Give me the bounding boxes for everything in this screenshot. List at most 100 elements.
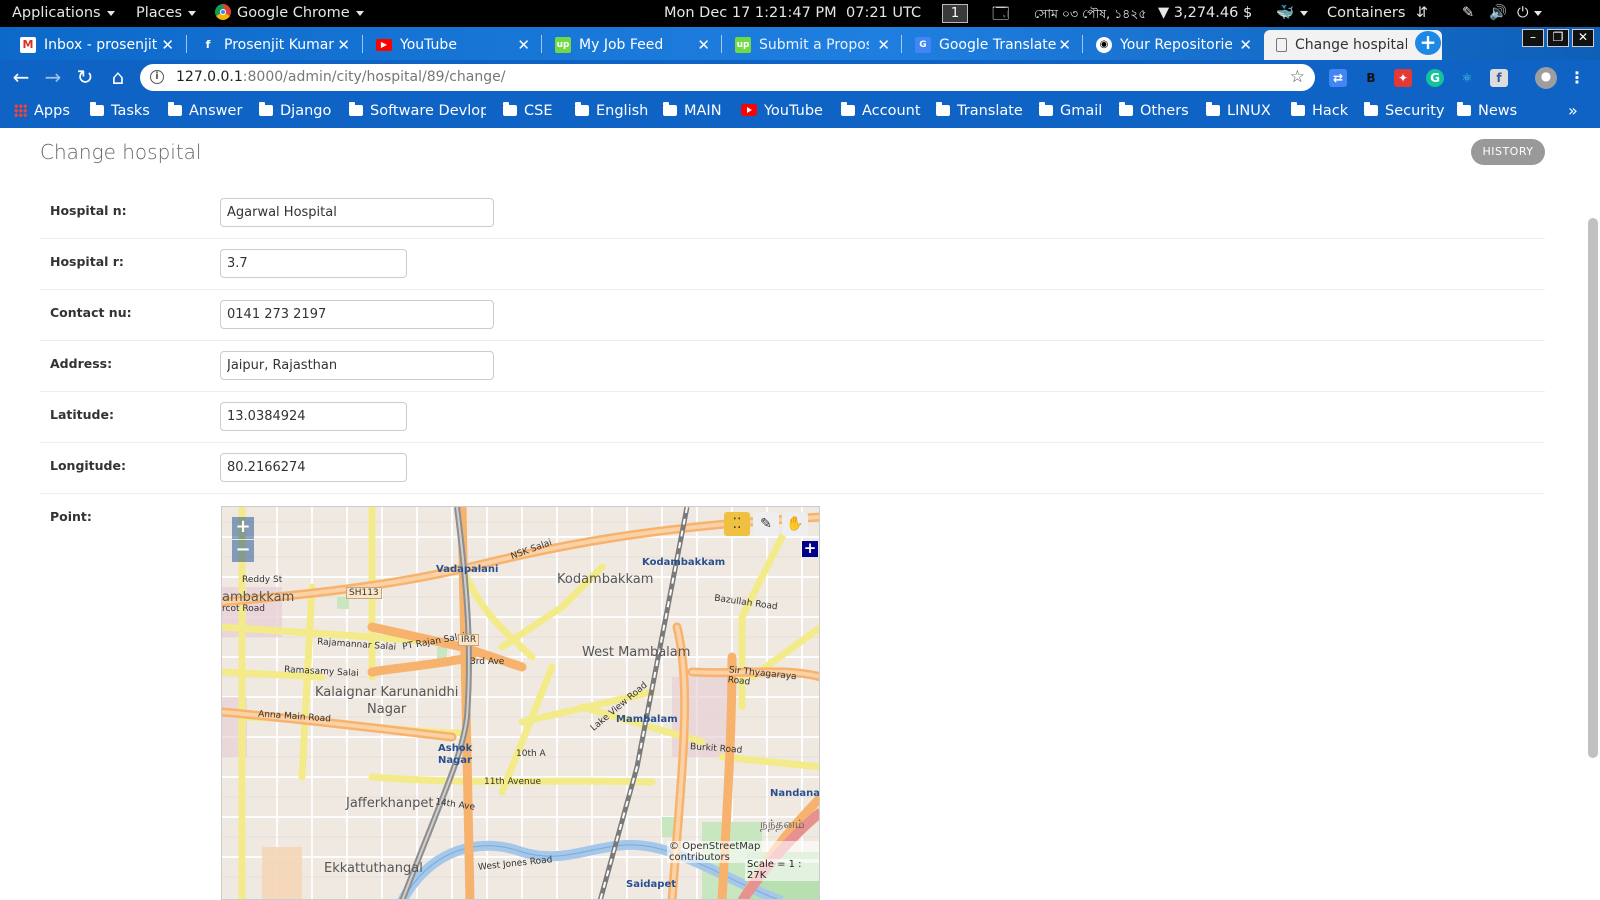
tab-google-translate[interactable]: G Google Translate ✕ — [903, 30, 1079, 60]
bookmark-others[interactable]: Others — [1119, 94, 1189, 128]
address-input[interactable] — [220, 351, 494, 380]
bookmark-software-devlop[interactable]: Software Devlop — [349, 94, 486, 128]
pan-hand-icon[interactable]: ✋ — [782, 512, 808, 536]
bookmark-apps[interactable]: Apps — [14, 94, 70, 128]
pdf-extension-icon[interactable]: ✦ — [1394, 69, 1412, 87]
page-title: Change hospital — [40, 140, 202, 164]
minimize-button[interactable]: – — [1522, 29, 1544, 47]
close-window-button[interactable]: ✕ — [1572, 29, 1594, 47]
new-tab-button[interactable]: + — [1415, 31, 1441, 55]
bookmark-cse[interactable]: CSE — [503, 94, 553, 128]
bookmark-english[interactable]: English — [575, 94, 648, 128]
sync-icon[interactable]: ⇵ — [1416, 0, 1428, 27]
bookmark-label: LINUX — [1227, 103, 1271, 119]
facebook-icon: f — [205, 38, 211, 51]
youtube-icon: ▶ — [376, 39, 392, 51]
tab-job-feed[interactable]: up My Job Feed ✕ — [543, 30, 718, 60]
map-label: Jafferkhanpet — [346, 796, 434, 811]
grammarly-icon[interactable]: G — [1426, 69, 1444, 87]
forward-arrow-icon[interactable]: → — [41, 65, 65, 89]
bookmark-account[interactable]: Account — [841, 94, 921, 128]
close-icon[interactable]: ✕ — [161, 30, 174, 60]
close-icon[interactable]: ✕ — [1239, 30, 1252, 60]
latitude-label: Latitude: — [50, 407, 114, 422]
bookmark-answer[interactable]: Answer — [168, 94, 242, 128]
map-label: Reddy St — [242, 575, 283, 585]
profile-avatar[interactable]: ● — [1535, 67, 1557, 89]
tab-github[interactable]: ◉ Your Repositorie ✕ — [1084, 30, 1260, 60]
youtube-icon — [741, 104, 757, 116]
contact-input[interactable] — [220, 300, 494, 329]
point-label: Point: — [50, 509, 92, 524]
chevron-down-icon — [106, 10, 115, 16]
docker-menu[interactable]: 🐳 — [1276, 0, 1309, 27]
applications-menu[interactable]: Applications — [12, 0, 115, 27]
price-ticker[interactable]: ▼ 3,274.46 $ — [1158, 0, 1252, 27]
chevron-down-icon — [1534, 10, 1543, 16]
bookmark-label: Gmail — [1060, 103, 1103, 119]
layer-switcher-button[interactable]: + — [802, 541, 818, 557]
page-scrollbar-thumb[interactable] — [1588, 218, 1598, 758]
react-devtools-icon[interactable]: ⚛ — [1458, 69, 1476, 87]
volume-icon[interactable]: 🔊 — [1489, 0, 1507, 27]
tab-label: Your Repositorie — [1120, 37, 1232, 53]
workspace-indicator[interactable]: 1 — [942, 0, 968, 27]
close-icon[interactable]: ✕ — [337, 30, 350, 60]
address-bar[interactable]: i 127.0.0.1:8000/admin/city/hospital/89/… — [140, 64, 1315, 91]
zoom-out-button[interactable]: − — [232, 540, 254, 562]
clock[interactable]: Mon Dec 17 1:21:47 PM — [664, 0, 837, 27]
bookmark-linux[interactable]: LINUX — [1206, 94, 1271, 128]
menu-dots-icon[interactable]: ⋮ — [1568, 69, 1586, 87]
bookmark-translate[interactable]: Translate — [936, 94, 1023, 128]
zoom-in-button[interactable]: + — [232, 517, 254, 539]
close-icon[interactable]: ✕ — [1058, 30, 1071, 60]
restore-button[interactable]: ❐ — [1547, 29, 1569, 47]
bookmark-news[interactable]: News — [1457, 94, 1517, 128]
bookmark-security[interactable]: Security — [1364, 94, 1445, 128]
hospital-rating-input[interactable] — [220, 249, 407, 278]
bookmark-hack[interactable]: Hack — [1291, 94, 1348, 128]
tab-submit-proposal[interactable]: up Submit a Propos ✕ — [723, 30, 898, 60]
bookmark-main[interactable]: MAIN — [663, 94, 722, 128]
home-icon[interactable]: ⌂ — [106, 65, 130, 89]
bold-extension-icon[interactable]: B — [1362, 69, 1380, 87]
power-menu[interactable]: ⏻ — [1517, 0, 1543, 27]
history-button[interactable]: HISTORY — [1471, 139, 1545, 165]
bookmark-gmail[interactable]: Gmail — [1039, 94, 1102, 128]
bookmarks-bar: Apps Tasks Answer Django Software Devlop… — [0, 94, 1600, 128]
back-arrow-icon[interactable]: ← — [9, 65, 33, 89]
folder-icon — [1119, 101, 1133, 116]
point-map-widget[interactable]: Vadapalani NSK Salai Kodambakkam Kodamba… — [221, 506, 820, 900]
close-icon[interactable]: ✕ — [877, 30, 890, 60]
edit-path-icon[interactable]: ✎ — [753, 512, 779, 536]
translate-icon: G — [915, 37, 931, 53]
chrome-app-menu[interactable]: Google Chrome — [215, 0, 364, 27]
chevron-down-icon — [188, 10, 197, 16]
containers-label[interactable]: Containers — [1327, 0, 1405, 27]
form-row-latitude: Latitude: — [40, 392, 1545, 443]
facebook-extension-icon[interactable]: f — [1490, 69, 1508, 87]
places-menu[interactable]: Places — [136, 0, 197, 27]
map-label: SH113 — [346, 587, 382, 599]
pen-icon[interactable]: ✎ — [1462, 0, 1474, 27]
tab-facebook[interactable]: f Prosenjit Kumar ✕ — [188, 30, 358, 60]
close-icon[interactable]: ✕ — [517, 30, 530, 60]
draw-point-icon[interactable]: ⁚⁚ — [724, 512, 750, 536]
bengali-date: সোম ০৩ পৌষ, ১৪২৫ — [1034, 6, 1147, 21]
latitude-input[interactable] — [220, 402, 407, 431]
bookmarks-overflow-icon[interactable]: » — [1568, 94, 1578, 128]
bookmark-star-icon[interactable]: ☆ — [1290, 64, 1305, 91]
bookmark-tasks[interactable]: Tasks — [90, 94, 150, 128]
reload-icon[interactable]: ↻ — [73, 65, 97, 89]
tab-gmail[interactable]: M Inbox - prosenjit ✕ — [8, 30, 182, 60]
screen-icon[interactable]: 🗔 — [992, 0, 1009, 27]
translate-extension-icon[interactable]: ⇄ — [1329, 69, 1347, 87]
tab-youtube[interactable]: ▶ YouTube ✕ — [364, 30, 538, 60]
bookmark-youtube[interactable]: YouTube — [741, 94, 823, 128]
hospital-name-input[interactable] — [220, 198, 494, 227]
info-icon[interactable]: i — [150, 70, 164, 84]
longitude-input[interactable] — [220, 453, 407, 482]
tab-label: My Job Feed — [579, 37, 664, 53]
bookmark-django[interactable]: Django — [259, 94, 331, 128]
close-icon[interactable]: ✕ — [697, 30, 710, 60]
